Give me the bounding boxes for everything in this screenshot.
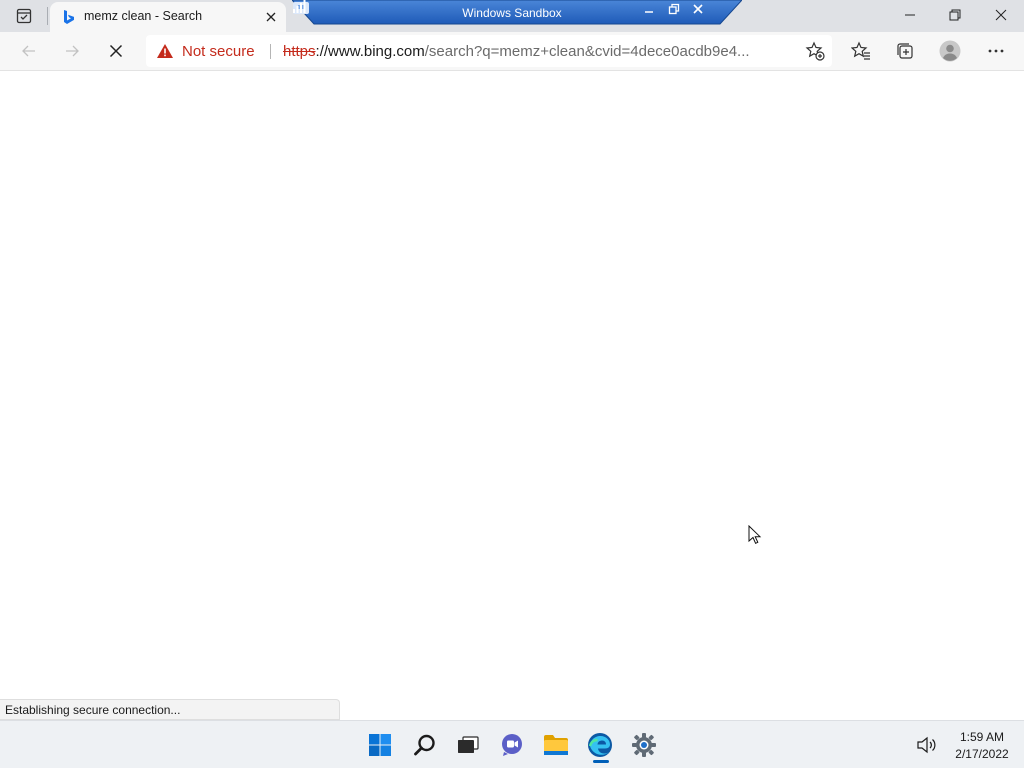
collections-button[interactable] [890,36,920,66]
add-favorite-button[interactable] [802,39,828,63]
search-icon [414,734,435,756]
favorites-icon [851,41,870,60]
address-bar-separator [270,44,271,59]
file-explorer-button[interactable] [540,729,572,761]
status-text: Establishing secure connection... [5,703,181,717]
minimize-icon [645,11,653,13]
arrow-right-icon [66,45,79,57]
browser-tab-active[interactable]: memz clean - Search [50,2,286,32]
settings-button[interactable] [628,729,660,761]
not-secure-label[interactable]: Not secure [182,43,255,60]
star-add-icon [805,41,825,61]
mouse-cursor-icon [748,525,762,544]
settings-and-more-button[interactable] [981,36,1011,66]
bing-icon [64,10,74,24]
tab-close-button[interactable] [262,8,280,26]
window-close-button[interactable] [978,0,1024,30]
favorites-button[interactable] [846,36,876,66]
profile-button[interactable] [935,36,965,66]
tab-actions-button[interactable] [6,4,42,28]
taskbar-search-button[interactable] [409,729,441,761]
forward-button[interactable] [57,36,87,66]
sandbox-connection-bar: Windows Sandbox [292,0,742,26]
restore-icon [668,3,680,15]
stop-loading-button[interactable] [101,36,131,66]
edge-button[interactable] [584,729,616,761]
sandbox-title: Windows Sandbox [462,6,562,20]
edge-icon [588,733,612,757]
taskbar: 1:59 AM 2/17/2022 [0,720,1024,768]
address-bar[interactable]: Not secure https://www.bing.com/search?q… [146,35,832,67]
file-explorer-icon [544,735,568,755]
sandbox-restore-button[interactable] [668,3,684,21]
start-button[interactable] [364,729,396,761]
url-scheme: https [283,43,316,60]
url-path: /search?q=memz+clean&cvid=4dece0acdb9e4.… [424,43,750,60]
arrow-left-icon [22,45,35,57]
title-bar: memz clean - Search Windows Sandbox [0,0,1024,32]
close-icon [995,9,1007,21]
tab-title: memz clean - Search [84,9,203,23]
warning-icon[interactable] [156,43,174,59]
minimize-icon [905,14,915,16]
page-content [0,71,1024,720]
clock-time[interactable]: 1:59 AM [940,730,1024,744]
clock-date[interactable]: 2/17/2022 [940,747,1024,761]
volume-icon[interactable] [916,735,938,755]
tab-actions-icon [16,8,32,24]
close-icon [693,4,703,14]
task-view-button[interactable] [452,729,484,761]
sandbox-close-button[interactable] [692,3,708,21]
tab-separator [47,7,48,25]
restore-icon [949,9,961,21]
more-horizontal-icon [988,49,1004,53]
edge-running-indicator [593,760,609,763]
collections-icon [897,43,913,59]
url-text[interactable]: https://www.bing.com/search?q=memz+clean… [283,43,750,60]
close-icon [266,12,276,22]
windows-start-icon [369,734,391,756]
url-host: ://www.bing.com [315,43,425,60]
sandbox-minimize-button[interactable] [644,3,660,21]
task-view-icon [458,736,479,753]
window-minimize-button[interactable] [888,0,932,30]
avatar-icon [939,40,961,62]
connection-signal-icon [293,0,306,13]
status-bubble: Establishing secure connection... [0,699,340,720]
back-button[interactable] [14,36,44,66]
window-restore-button[interactable] [933,0,977,30]
browser-toolbar: Not secure https://www.bing.com/search?q… [0,32,1024,71]
chat-button[interactable] [496,729,528,761]
chat-icon [502,734,522,756]
settings-icon [632,733,656,757]
close-icon [109,44,123,58]
